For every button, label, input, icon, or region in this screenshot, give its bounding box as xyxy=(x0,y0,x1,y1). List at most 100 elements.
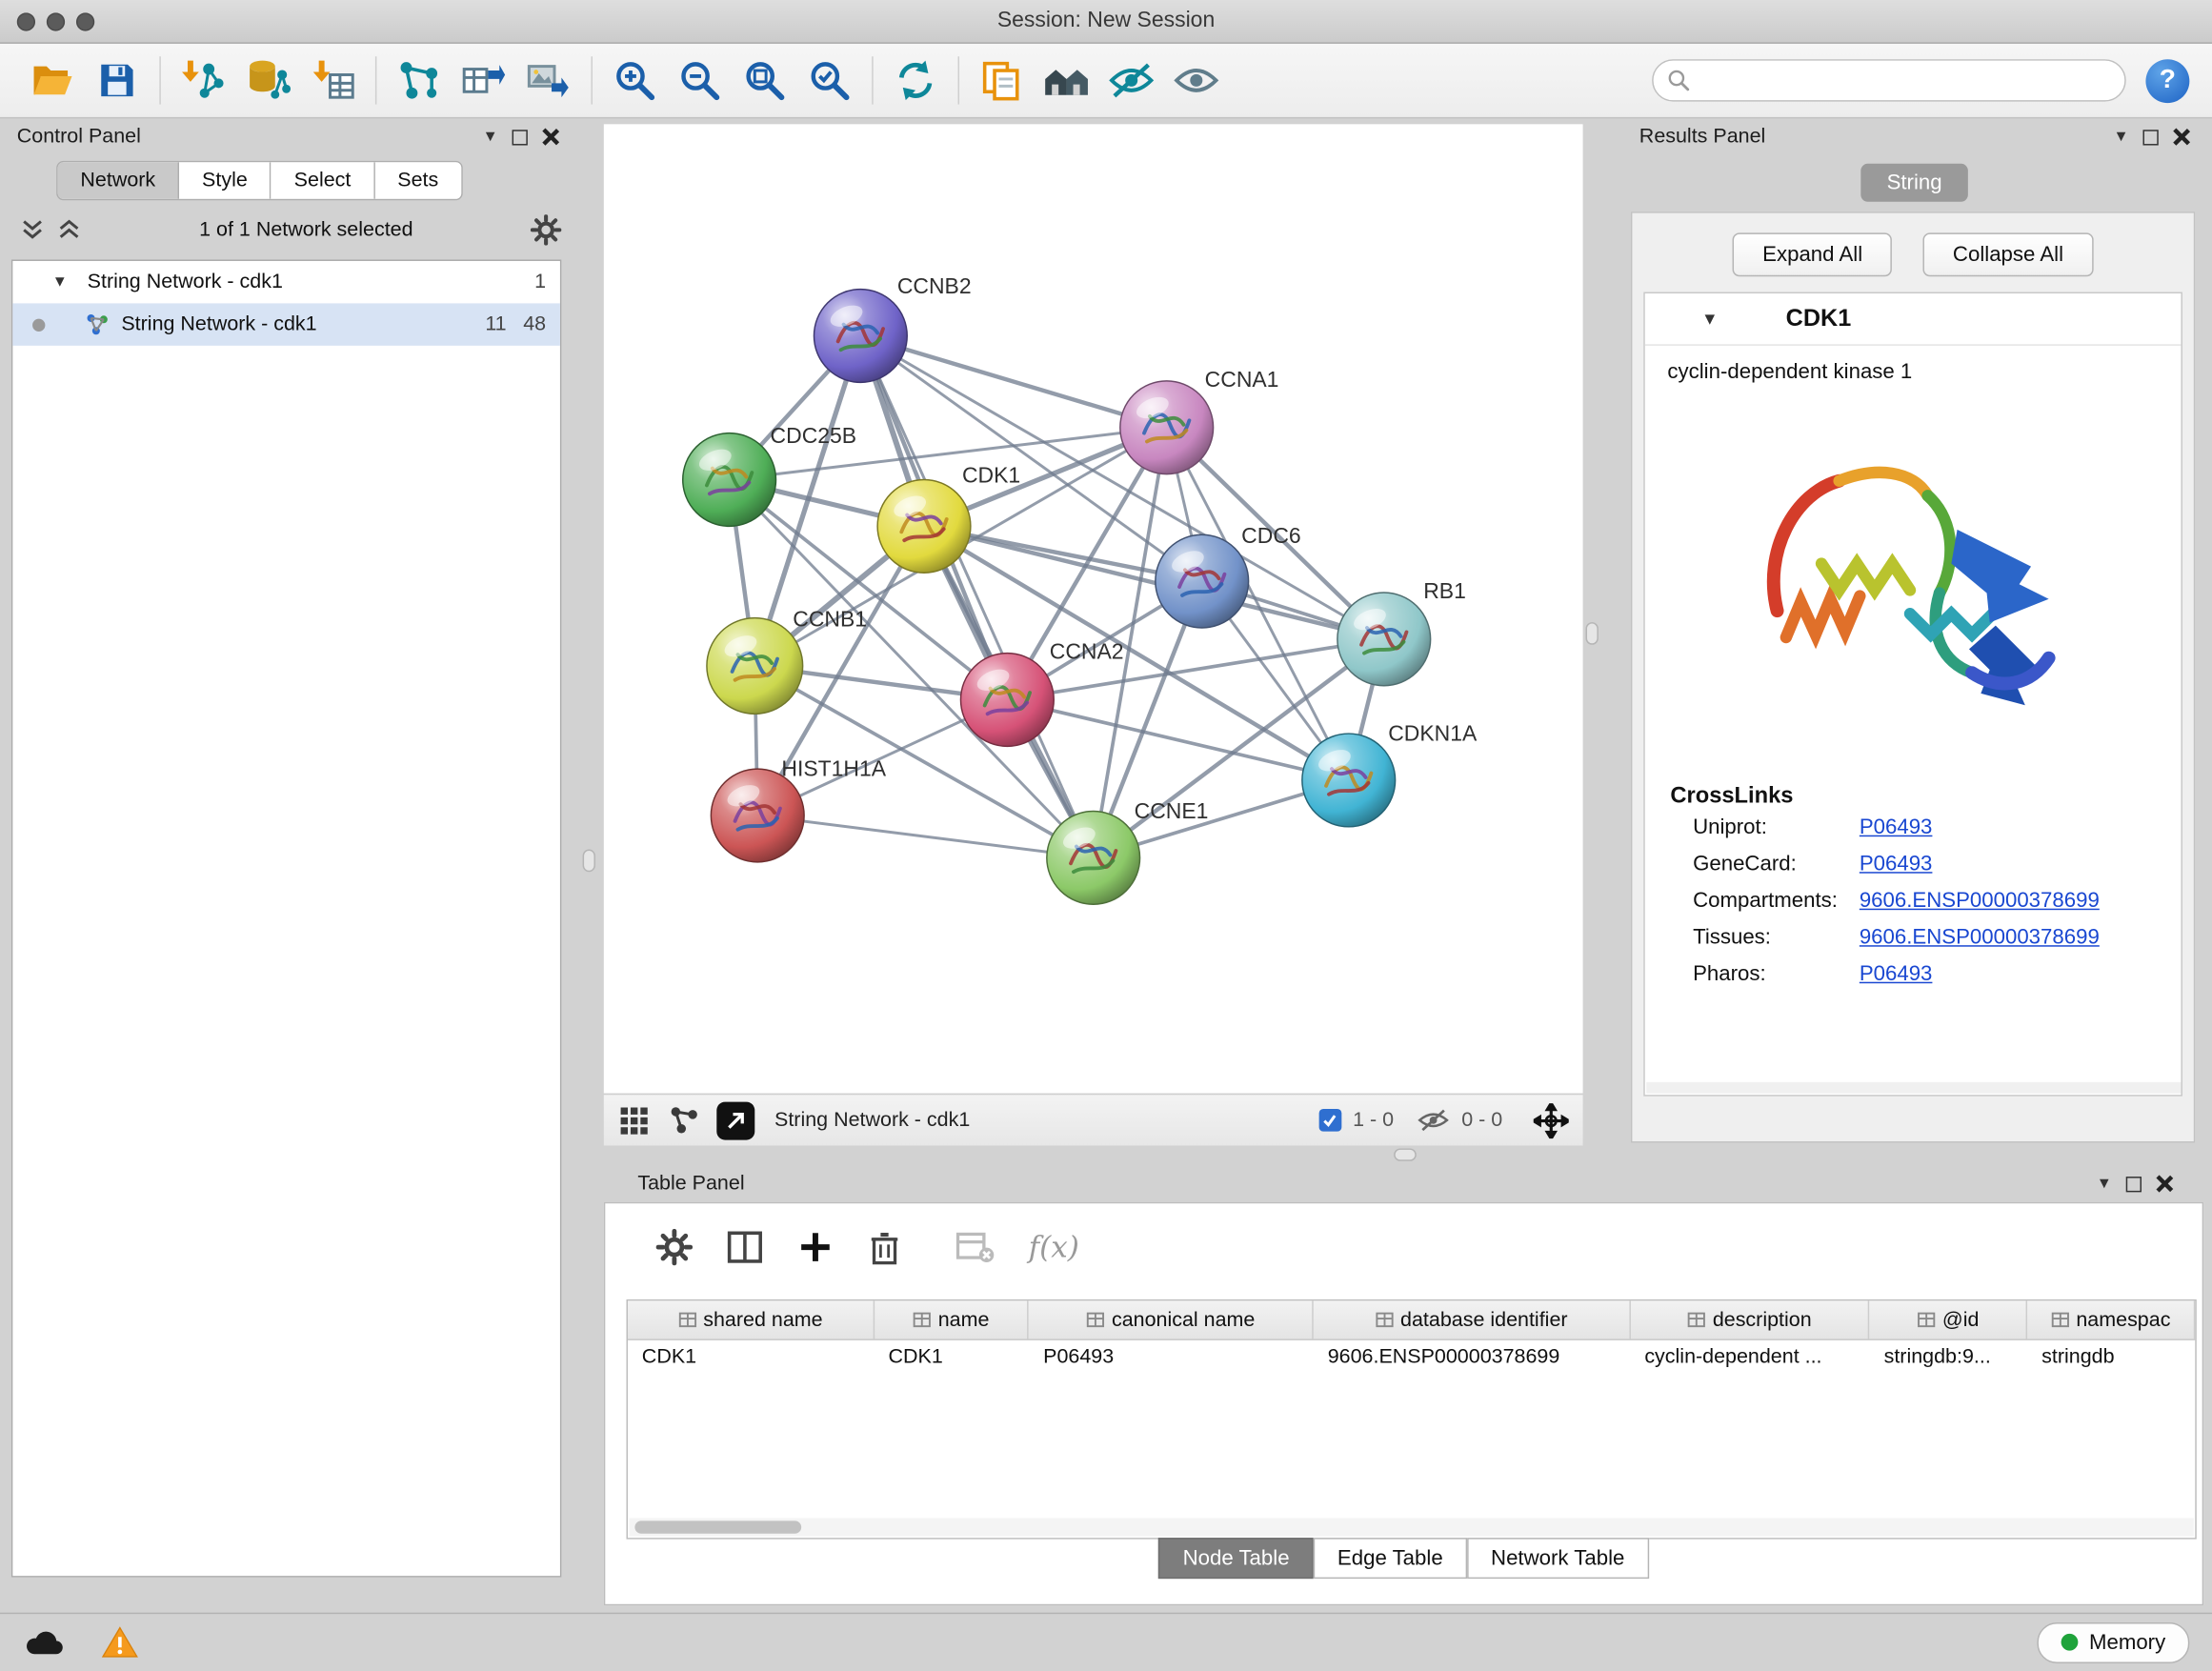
tab-sets[interactable]: Sets xyxy=(375,162,461,199)
home-button[interactable] xyxy=(1034,50,1098,111)
tab-style[interactable]: Style xyxy=(179,162,271,199)
pan-move-icon[interactable] xyxy=(1534,1102,1569,1137)
network-node-ccna2[interactable] xyxy=(960,654,1054,747)
collapse-all-icon[interactable] xyxy=(20,217,46,243)
column-header-description[interactable]: description xyxy=(1631,1300,1870,1339)
table-cell[interactable]: CDK1 xyxy=(875,1340,1030,1379)
network-from-selection-button[interactable] xyxy=(387,50,452,111)
network-node-ccnb2[interactable] xyxy=(814,290,907,383)
import-table-button[interactable] xyxy=(300,50,365,111)
tab-network[interactable]: Network xyxy=(58,162,180,199)
hide-unhide-button[interactable] xyxy=(1099,50,1164,111)
zoom-in-button[interactable] xyxy=(602,50,667,111)
zoom-fit-button[interactable] xyxy=(733,50,797,111)
selected-checkbox-icon[interactable] xyxy=(1319,1109,1342,1132)
table-cell[interactable]: stringdb xyxy=(2027,1340,2195,1379)
results-hscrollbar[interactable] xyxy=(1646,1082,2182,1094)
table-cell[interactable]: stringdb:9... xyxy=(1870,1340,2028,1379)
gene-disclosure-icon[interactable]: ▼ xyxy=(1701,309,1719,329)
network-edge[interactable] xyxy=(860,335,1166,427)
show-hide-panel-button[interactable] xyxy=(1164,50,1229,111)
show-columns-icon[interactable] xyxy=(727,1229,764,1266)
collapse-panel-icon[interactable]: ▼ xyxy=(2114,129,2129,146)
tab-network-table[interactable]: Network Table xyxy=(1467,1538,1649,1579)
network-edge[interactable] xyxy=(924,526,1384,638)
tab-string[interactable]: String xyxy=(1861,164,1967,202)
clone-network-button[interactable] xyxy=(969,50,1034,111)
tab-select[interactable]: Select xyxy=(271,162,375,199)
tab-node-table[interactable]: Node Table xyxy=(1158,1538,1313,1579)
detach-view-button[interactable] xyxy=(716,1101,754,1139)
column-header-namespac[interactable]: namespac xyxy=(2027,1300,2195,1339)
table-cell[interactable]: cyclin-dependent ... xyxy=(1631,1340,1870,1379)
save-session-button[interactable] xyxy=(85,50,150,111)
table-cell[interactable]: 9606.ENSP00000378699 xyxy=(1314,1340,1631,1379)
open-session-button[interactable] xyxy=(20,50,85,111)
zoom-out-button[interactable] xyxy=(667,50,732,111)
cloud-icon[interactable] xyxy=(23,1625,65,1660)
network-node-hist1h1a[interactable] xyxy=(711,769,804,862)
export-network-button[interactable] xyxy=(452,50,516,111)
network-node-rb1[interactable] xyxy=(1337,593,1431,686)
column-header-shared-name[interactable]: shared name xyxy=(628,1300,875,1339)
close-panel-icon[interactable] xyxy=(2156,1176,2173,1193)
column-header--id[interactable]: @id xyxy=(1870,1300,2028,1339)
network-node-cdk1[interactable] xyxy=(877,480,971,574)
network-node-cdkn1a[interactable] xyxy=(1302,734,1396,827)
network-edge[interactable] xyxy=(757,815,1093,857)
table-cell[interactable]: CDK1 xyxy=(628,1340,875,1379)
crosslink-link[interactable]: 9606.ENSP00000378699 xyxy=(1860,925,2100,949)
expand-all-icon[interactable] xyxy=(56,217,82,243)
collapse-panel-icon[interactable]: ▼ xyxy=(483,129,498,146)
network-graph[interactable]: CCNB2CCNA1CDC25BCDK1CDC6RB1CCNB1CCNA2CDK… xyxy=(604,124,1583,1093)
network-edge[interactable] xyxy=(860,335,1093,857)
import-network-from-file-button[interactable] xyxy=(171,50,235,111)
collapse-all-button[interactable]: Collapse All xyxy=(1923,232,2093,276)
column-header-database-identifier[interactable]: database identifier xyxy=(1314,1300,1631,1339)
float-panel-icon[interactable] xyxy=(2142,130,2158,145)
network-view-mode-icon[interactable] xyxy=(669,1105,700,1137)
tab-edge-table[interactable]: Edge Table xyxy=(1314,1538,1467,1579)
import-network-from-database-button[interactable] xyxy=(235,50,300,111)
splitter-handle-bottom[interactable] xyxy=(1394,1148,1417,1160)
crosslink-link[interactable]: P06493 xyxy=(1860,852,1933,876)
column-header-canonical-name[interactable]: canonical name xyxy=(1029,1300,1314,1339)
expand-all-button[interactable]: Expand All xyxy=(1733,232,1892,276)
column-header-name[interactable]: name xyxy=(875,1300,1030,1339)
splitter-handle-right[interactable] xyxy=(1586,622,1599,645)
export-image-button[interactable] xyxy=(516,50,581,111)
network-canvas[interactable]: CCNB2CCNA1CDC25BCDK1CDC6RB1CCNB1CCNA2CDK… xyxy=(604,124,1583,1093)
network-node-ccne1[interactable] xyxy=(1047,812,1140,905)
float-panel-icon[interactable] xyxy=(513,130,528,145)
warning-icon[interactable] xyxy=(102,1625,139,1660)
table-hscrollbar-thumb[interactable] xyxy=(634,1520,801,1533)
memory-button[interactable]: Memory xyxy=(2037,1621,2189,1662)
gear-icon[interactable] xyxy=(531,214,562,246)
table-row[interactable]: CDK1CDK1P064939606.ENSP00000378699cyclin… xyxy=(628,1340,2195,1379)
crosslink-link[interactable]: P06493 xyxy=(1860,815,1933,839)
crosslink-link[interactable]: P06493 xyxy=(1860,962,1933,986)
network-collection-row[interactable]: ▼ String Network - cdk1 1 xyxy=(12,261,560,303)
network-node-cdc25b[interactable] xyxy=(683,433,776,527)
refresh-button[interactable] xyxy=(883,50,948,111)
table-settings-gear-icon[interactable] xyxy=(656,1229,694,1266)
crosslink-link[interactable]: 9606.ENSP00000378699 xyxy=(1860,889,2100,913)
splitter-handle-left[interactable] xyxy=(583,850,595,873)
grid-view-icon[interactable] xyxy=(618,1105,650,1137)
table-cell[interactable]: P06493 xyxy=(1029,1340,1314,1379)
add-column-icon[interactable] xyxy=(797,1229,835,1266)
close-panel-icon[interactable] xyxy=(542,129,559,146)
network-node-cdc6[interactable] xyxy=(1156,534,1249,628)
collection-disclosure-icon[interactable]: ▼ xyxy=(52,273,68,291)
zoom-selected-button[interactable] xyxy=(797,50,862,111)
close-panel-icon[interactable] xyxy=(2173,129,2190,146)
delete-column-icon[interactable] xyxy=(868,1229,902,1266)
collapse-panel-icon[interactable]: ▼ xyxy=(2097,1176,2112,1193)
search-box[interactable] xyxy=(1652,59,2126,101)
help-button[interactable]: ? xyxy=(2145,58,2189,102)
network-node-ccna1[interactable] xyxy=(1120,381,1214,474)
network-row[interactable]: String Network - cdk1 11 48 xyxy=(12,303,560,345)
network-node-ccnb1[interactable] xyxy=(707,618,803,715)
table-hscrollbar[interactable] xyxy=(629,1518,2193,1536)
search-input[interactable] xyxy=(1690,68,2110,93)
